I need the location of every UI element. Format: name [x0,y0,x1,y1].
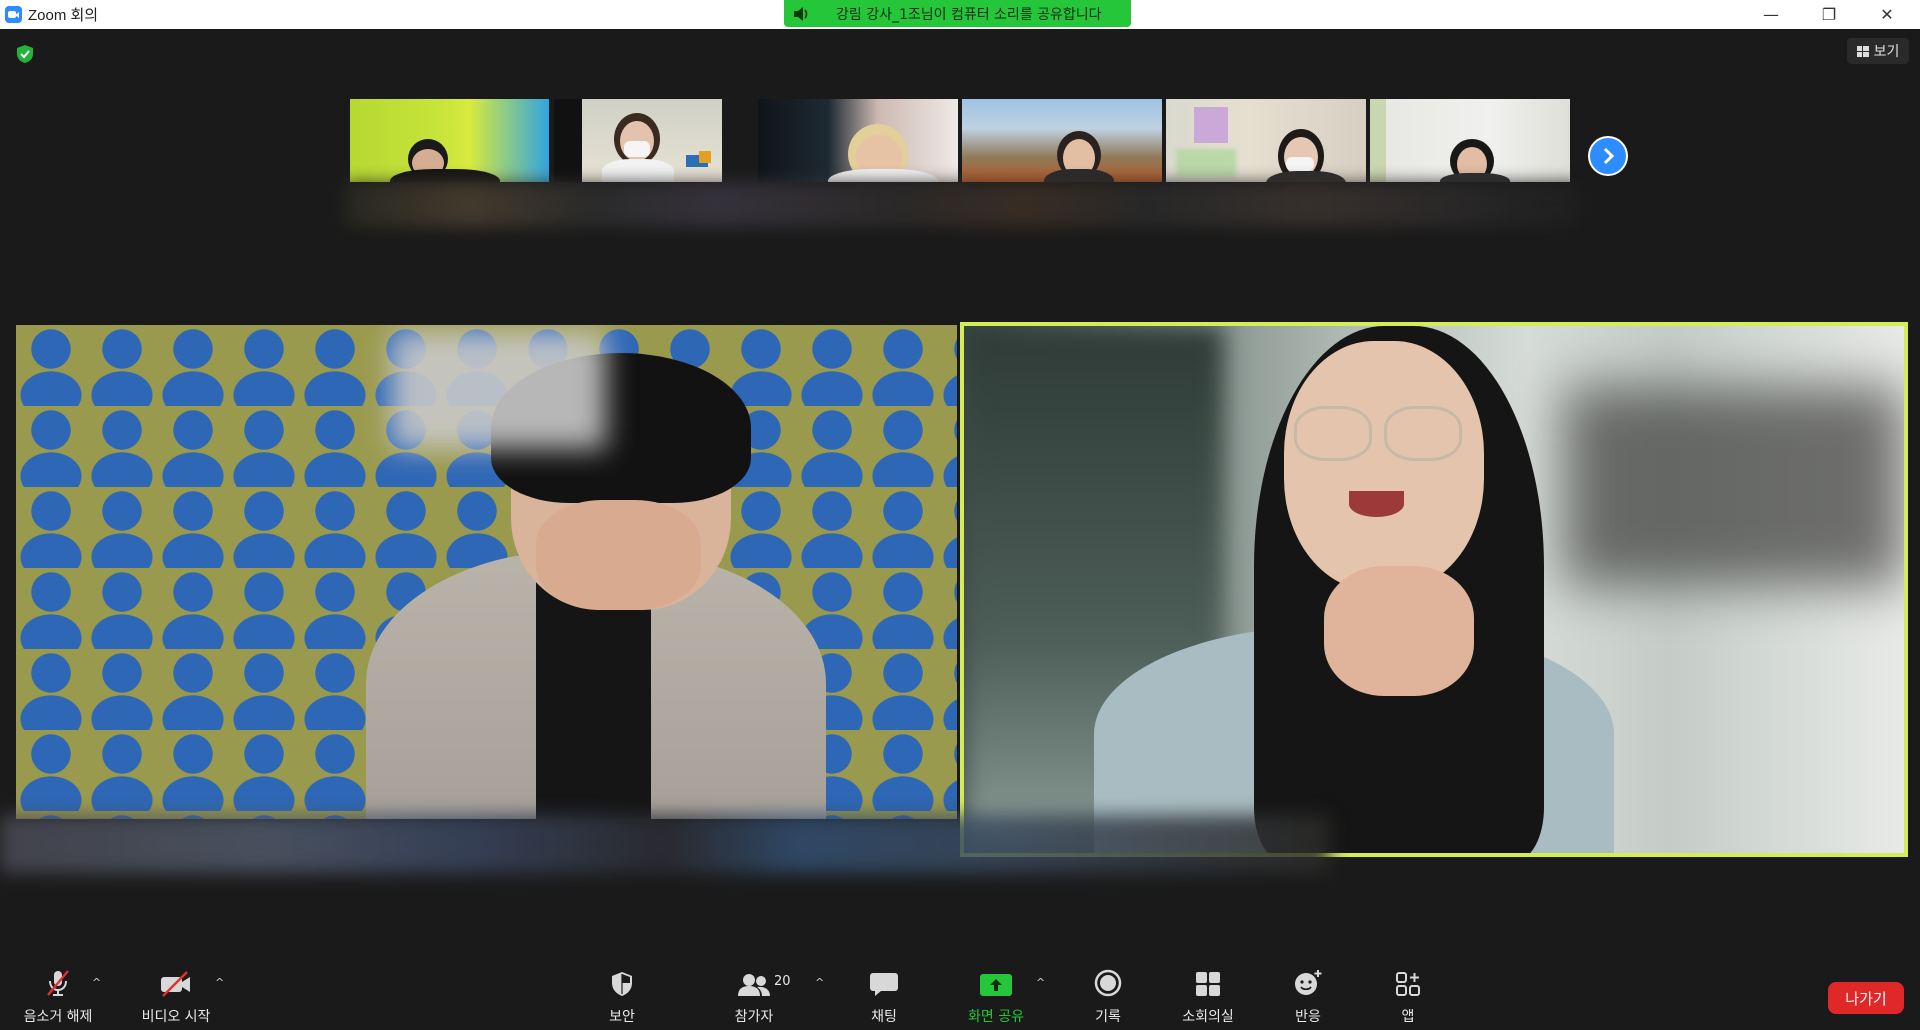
participants-icon [738,974,770,996]
reactions-emoji-icon [1295,970,1322,995]
title-bar: Zoom 회의 강림 강사_1조님이 컴퓨터 소리를 공유합니다 — ❐ ✕ [0,0,1920,29]
blurred-region [391,331,606,449]
close-button[interactable]: ✕ [1858,0,1916,29]
share-screen-icon [980,974,1012,996]
apps-label: 앱 [1401,1009,1415,1025]
participant-thumbnail[interactable] [350,99,549,182]
zoom-app-icon [5,6,22,23]
unmute-button[interactable]: 음소거 해제 [14,960,102,1030]
security-shield-icon [612,972,632,996]
breakout-rooms-icon [1196,972,1220,996]
security-label: 보안 [609,1009,635,1025]
window-title: Zoom 회의 [28,7,99,24]
sharing-banner-text: 강림 강사_1조님이 컴퓨터 소리를 공유합니다 [836,6,1102,23]
participant-video-left[interactable] [16,325,957,819]
audio-sharing-banner: 강림 강사_1조님이 컴퓨터 소리를 공유합니다 [784,0,1131,27]
active-speaker-video[interactable] [960,322,1908,857]
breakout-rooms-button[interactable]: 소회의실 [1172,960,1244,1030]
security-button[interactable]: 보안 [592,960,652,1030]
gallery-grid-icon [1856,45,1869,57]
chat-button[interactable]: 채팅 [856,960,912,1030]
video-options-caret[interactable]: ^ [215,976,224,989]
chevron-right-icon [1603,147,1615,165]
view-button-label: 보기 [1873,44,1900,60]
start-video-button[interactable]: 비디오 시작 [132,960,220,1030]
record-button[interactable]: 기록 [1080,960,1136,1030]
audio-options-caret[interactable]: ^ [92,976,101,989]
video-camera-off-icon [161,971,190,997]
participants-label: 참가자 [734,1009,774,1025]
view-button[interactable]: 보기 [1847,38,1909,64]
encryption-shield-icon[interactable] [16,44,34,64]
microphone-muted-icon [47,970,69,996]
participants-button[interactable]: 참가자 [722,960,786,1030]
share-screen-label: 화면 공유 [968,1009,1024,1025]
reactions-label: 반응 [1295,1009,1321,1025]
chat-label: 채팅 [871,1009,897,1025]
apps-button[interactable]: 앱 [1386,960,1430,1030]
video-names-blurred [0,815,1330,873]
participants-options-caret[interactable]: ^ [815,976,824,989]
participant-thumbnail[interactable] [1370,99,1570,182]
chat-bubble-icon [870,973,898,996]
next-page-button[interactable] [1588,136,1628,176]
participants-count: 20 [774,974,791,989]
minimize-button[interactable]: — [1742,0,1800,29]
participant-thumbnail[interactable] [758,99,958,182]
record-icon [1094,969,1122,997]
start-video-label: 비디오 시작 [141,1009,211,1025]
share-options-caret[interactable]: ^ [1036,976,1045,989]
record-label: 기록 [1095,1009,1121,1025]
speaker-icon [792,4,812,24]
participant-thumbnail[interactable] [554,99,722,182]
meeting-toolbar: 음소거 해제 ^ 비디오 시작 ^ 보안 참가자 20 ^ 채팅 화면 공유 ^… [0,960,1920,1030]
zoom-meeting-window: Zoom 회의 강림 강사_1조님이 컴퓨터 소리를 공유합니다 — ❐ ✕ 보… [0,0,1920,1030]
participant-names-blurred [345,182,1580,227]
unmute-label: 음소거 해제 [23,1009,93,1025]
breakout-rooms-label: 소회의실 [1182,1009,1234,1025]
share-screen-button[interactable]: 화면 공유 [955,960,1037,1030]
reactions-button[interactable]: 반응 [1280,960,1336,1030]
leave-meeting-button[interactable]: 나가기 [1828,982,1904,1014]
participant-thumbnail[interactable] [962,99,1162,182]
restore-button[interactable]: ❐ [1800,0,1858,29]
participant-thumbnail[interactable] [1166,99,1366,182]
apps-icon [1396,972,1420,996]
